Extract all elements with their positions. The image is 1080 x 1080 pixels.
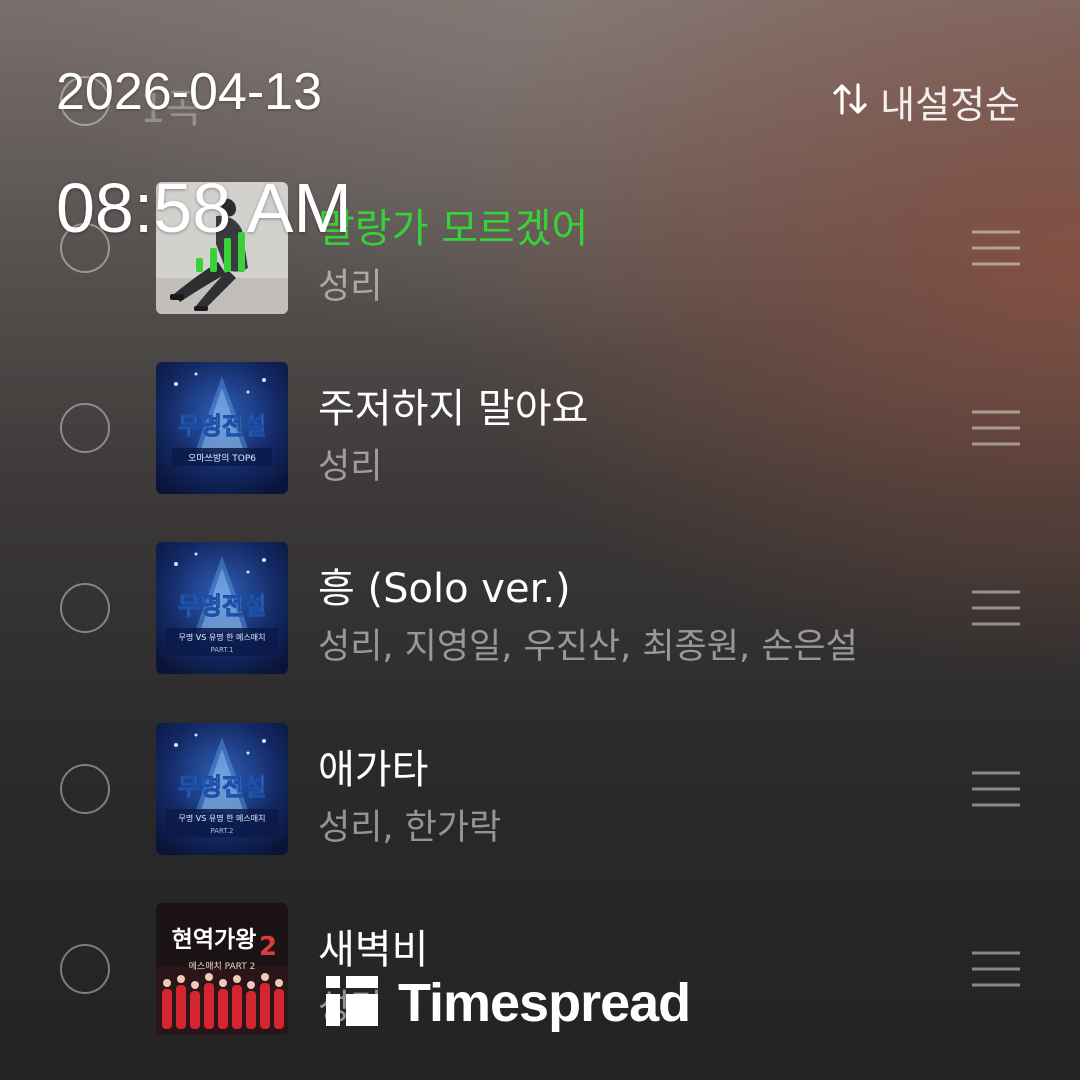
album-art-subtitle: 무명 VS 유명 한 메스매치	[179, 813, 266, 823]
song-title: 애가타	[318, 747, 429, 793]
song-row[interactable]: 무명전설 무명 VS 유명 한 메스매치 PART.1 흥 (Solo ver.…	[0, 542, 1080, 676]
drag-handle-icon[interactable]	[972, 409, 1020, 447]
song-title: 새벽비	[318, 927, 429, 973]
sort-label: 내설정순	[880, 82, 1020, 127]
album-art-subtitle: 오마쓰밤의 TOP6	[188, 453, 256, 464]
drag-handle-icon[interactable]	[972, 950, 1020, 988]
timespread-logo-icon	[326, 976, 378, 1030]
album-art-title: 현역가왕	[172, 927, 257, 953]
album-art-show-logo: 무명전설 무명 VS 유명 한 메스매치 PART.1	[156, 542, 288, 674]
overlay-date: 2026-04-13	[56, 63, 322, 121]
album-art-show-logo: 무명전설 무명 VS 유명 한 메스매치 PART.2	[156, 723, 288, 855]
watermark: Timespread	[326, 972, 691, 1034]
sort-arrows-icon	[828, 77, 872, 125]
album-art-part: PART.1	[210, 646, 233, 654]
album-art-subtitle: 무명 VS 유명 한 메스매치	[179, 632, 266, 642]
album-art-number: 2	[259, 932, 277, 962]
overlay-time: 08:58 AM	[56, 169, 352, 247]
song-title: 말랑가 모르겠어	[318, 206, 589, 252]
drag-handle-icon[interactable]	[972, 589, 1020, 627]
drag-handle-icon[interactable]	[972, 770, 1020, 808]
song-select-radio[interactable]	[60, 764, 110, 814]
song-artist: 성리, 한가락	[318, 808, 502, 848]
song-row[interactable]: 무명전설 오마쓰밤의 TOP6 주저하지 말아요 성리	[0, 362, 1080, 496]
song-row[interactable]: 무명전설 무명 VS 유명 한 메스매치 PART.2 애가타 성리, 한가락	[0, 723, 1080, 857]
watermark-text: Timespread	[398, 973, 691, 1033]
album-art-part: PART.2	[210, 827, 233, 835]
song-select-radio[interactable]	[60, 403, 110, 453]
song-artist: 성리, 지영일, 우진산, 최종원, 손은설	[318, 627, 858, 667]
song-title: 주저하지 말아요	[318, 386, 589, 432]
album-art-title: 무명전설	[178, 412, 266, 440]
song-title: 흥 (Solo ver.)	[318, 566, 571, 612]
song-artist: 성리	[318, 447, 383, 487]
album-art-show-logo: 무명전설 오마쓰밤의 TOP6	[156, 362, 288, 494]
album-art-show-logo-red: 현역가왕 2 메스매치 PART 2	[156, 903, 288, 1035]
song-artist: 성리	[318, 267, 383, 307]
album-art-subtitle: 메스매치 PART 2	[189, 960, 256, 972]
drag-handle-icon[interactable]	[972, 229, 1020, 267]
song-select-radio[interactable]	[60, 583, 110, 633]
sort-button[interactable]: 내설정순	[828, 76, 1020, 127]
album-art-title: 무명전설	[178, 592, 266, 620]
song-select-radio[interactable]	[60, 944, 110, 994]
album-art-title: 무명전설	[178, 773, 266, 801]
